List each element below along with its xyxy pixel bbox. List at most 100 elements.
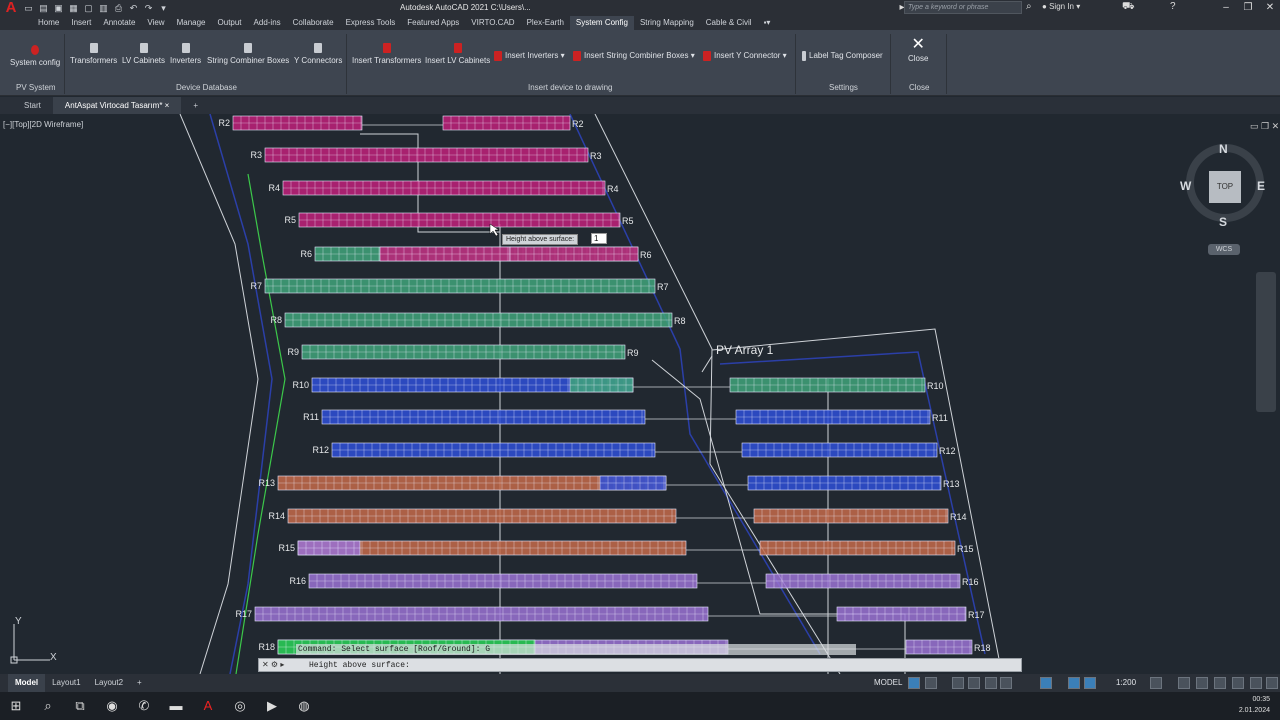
isolate-objects-icon[interactable]: [1214, 677, 1226, 689]
lv-cabinets-button[interactable]: LV Cabinets: [122, 43, 165, 65]
close-tab-icon[interactable]: ×: [165, 101, 170, 110]
auto-scale-icon[interactable]: [1084, 677, 1096, 689]
new-tab-icon[interactable]: +: [181, 97, 210, 114]
hardware-acceleration-icon[interactable]: [1232, 677, 1244, 689]
viewcube-top[interactable]: TOP: [1209, 171, 1241, 203]
ortho-icon[interactable]: [952, 677, 964, 689]
clean-screen-icon[interactable]: [1250, 677, 1262, 689]
file-explorer-icon[interactable]: ▬: [160, 692, 192, 720]
polar-icon[interactable]: [968, 677, 980, 689]
compass-south[interactable]: S: [1219, 215, 1227, 229]
new-file-icon[interactable]: ▭: [22, 3, 35, 14]
save-icon[interactable]: ▣: [52, 3, 65, 14]
menu-tab-cable-civil[interactable]: Cable & Civil: [700, 16, 758, 30]
taskbar-search-icon[interactable]: ⌕: [32, 692, 64, 720]
autocad-logo-icon[interactable]: A: [0, 0, 22, 16]
whatsapp-icon[interactable]: ✆: [128, 692, 160, 720]
save-as-icon[interactable]: ▦: [67, 3, 80, 14]
tab-drawing[interactable]: AntAspat Virtocad Tasarım* ×: [52, 97, 182, 114]
menu-tab-add-ins[interactable]: Add-ins: [248, 16, 287, 30]
pv-layout-drawing[interactable]: PV Array 1 R2 R2R3 R3R4 R4R5 R5R6 R6R7 R7R8 R8R…: [0, 114, 1280, 674]
annotation-monitor-icon[interactable]: [1178, 677, 1190, 689]
viewport-controls[interactable]: ▭ ❐ ✕: [1250, 121, 1279, 132]
menu-tab-view[interactable]: View: [141, 16, 170, 30]
close-window-icon[interactable]: ✕: [1260, 0, 1280, 16]
snap-icon[interactable]: [925, 677, 937, 689]
menu-tab-annotate[interactable]: Annotate: [97, 16, 141, 30]
menu-tab-string-mapping[interactable]: String Mapping: [634, 16, 700, 30]
drawing-viewport[interactable]: PV Array 1 R2 R2 R3 R3 R4 R4 R5 R5 R6 R6 R7 R7 R8 R8 R…: [0, 114, 1280, 674]
open-file-icon[interactable]: ▤: [37, 3, 50, 14]
windows-start-icon[interactable]: ⊞: [0, 692, 32, 720]
string-combiner-boxes-button[interactable]: String Combiner Boxes: [207, 43, 289, 65]
grid-icon[interactable]: [908, 677, 920, 689]
redo-icon[interactable]: ↷: [142, 3, 155, 14]
system-clock[interactable]: 00:35 2.01.2024: [1239, 694, 1270, 716]
menu-tab-collaborate[interactable]: Collaborate: [287, 16, 340, 30]
inverters-button[interactable]: Inverters: [170, 43, 201, 65]
task-view-icon[interactable]: ⧉: [64, 692, 96, 720]
command-close-icon[interactable]: ✕ ⚙ ▸: [262, 660, 284, 669]
autocad-taskbar-icon[interactable]: A: [192, 692, 224, 720]
doc-tabs-menu-icon[interactable]: [0, 97, 12, 114]
sign-in-link[interactable]: ● Sign In ▾: [1042, 2, 1080, 11]
annotation-scale[interactable]: 1:200: [1116, 678, 1136, 687]
navigation-bar[interactable]: [1256, 272, 1276, 412]
media-player-icon[interactable]: ▶: [256, 692, 288, 720]
insert-inverters-button[interactable]: Insert Inverters ▾: [494, 51, 565, 61]
wcs-menu[interactable]: WCS: [1208, 244, 1240, 255]
web-mobile-icon[interactable]: ▢: [82, 3, 95, 14]
tab-layout2[interactable]: Layout2: [88, 674, 130, 692]
selection-cycling-icon[interactable]: [1040, 677, 1052, 689]
maximize-icon[interactable]: ❐: [1238, 0, 1258, 16]
undo-icon[interactable]: ↶: [127, 3, 140, 14]
insert-lv-cabinets-button[interactable]: Insert LV Cabinets: [425, 43, 490, 65]
transformers-button[interactable]: Transformers: [70, 43, 117, 65]
isodraft-icon[interactable]: [985, 677, 997, 689]
help-icon[interactable]: ?: [1170, 1, 1176, 12]
menu-tab-home[interactable]: Home: [32, 16, 65, 30]
menu-tab-output[interactable]: Output: [212, 16, 248, 30]
menu-tab-express-tools[interactable]: Express Tools: [340, 16, 402, 30]
insert-transformers-button[interactable]: Insert Transformers: [352, 43, 421, 65]
search-input[interactable]: Type a keyword or phrase: [904, 1, 1022, 14]
insert-y-connector-button[interactable]: Insert Y Connector ▾: [703, 51, 787, 61]
object-snap-icon[interactable]: [1000, 677, 1012, 689]
workspace-gear-icon[interactable]: [1150, 677, 1162, 689]
menu-tab-featured-apps[interactable]: Featured Apps: [401, 16, 465, 30]
annotation-visibility-icon[interactable]: [1068, 677, 1080, 689]
compass-north[interactable]: N: [1219, 142, 1228, 156]
customization-icon[interactable]: [1266, 677, 1278, 689]
tab-start[interactable]: Start: [12, 97, 53, 114]
qat-dropdown-icon[interactable]: ▾: [157, 3, 170, 14]
plot-icon[interactable]: ▥: [97, 3, 110, 14]
search-icon[interactable]: ⌕: [1026, 1, 1032, 12]
print-icon[interactable]: ⎙: [112, 3, 125, 14]
system-config-button[interactable]: System config: [10, 45, 60, 67]
menu-tab-system-config[interactable]: System Config: [569, 16, 634, 30]
compass-east[interactable]: E: [1257, 179, 1265, 193]
cart-icon[interactable]: ⛟: [1122, 1, 1135, 14]
insert-string-combiner-boxes-button[interactable]: Insert String Combiner Boxes ▾: [573, 51, 695, 61]
menu-tab-insert[interactable]: Insert: [65, 16, 97, 30]
command-line-input[interactable]: Height above surface:: [258, 658, 1022, 672]
tab-layout1[interactable]: Layout1: [45, 674, 87, 692]
recorder-icon[interactable]: ◎: [224, 692, 256, 720]
units-icon[interactable]: [1196, 677, 1208, 689]
minimize-icon[interactable]: –: [1216, 0, 1236, 16]
add-layout-icon[interactable]: +: [130, 674, 149, 692]
compass-west[interactable]: W: [1180, 179, 1191, 193]
menu-overflow-icon[interactable]: ▪▾: [758, 16, 777, 30]
height-value-input[interactable]: 1: [591, 233, 607, 244]
menu-tab-virto-cad[interactable]: VIRTO.CAD: [465, 16, 520, 30]
model-space-toggle[interactable]: MODEL: [874, 678, 902, 687]
menu-tab-plex-earth[interactable]: Plex-Earth: [521, 16, 570, 30]
menu-tab-manage[interactable]: Manage: [171, 16, 212, 30]
chrome-icon[interactable]: ◉: [96, 692, 128, 720]
browser-icon[interactable]: ◍: [288, 692, 320, 720]
tab-model[interactable]: Model: [8, 674, 46, 692]
y-connectors-button[interactable]: Y Connectors: [294, 43, 342, 65]
close-ribbon-button[interactable]: ✕ Close: [908, 36, 928, 63]
label-tag-composer-button[interactable]: Label Tag Composer: [802, 51, 883, 61]
viewport-label[interactable]: [−][Top][2D Wireframe]: [3, 120, 83, 129]
